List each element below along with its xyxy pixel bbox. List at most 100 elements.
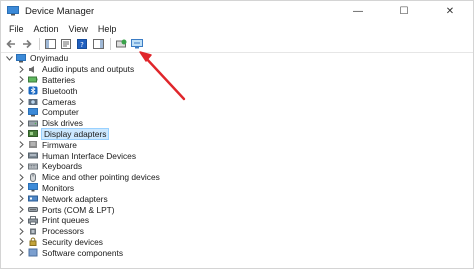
window-title: Device Manager <box>25 5 95 17</box>
tree-item-label: Bluetooth <box>42 85 78 96</box>
tree-item-audio-inputs-and-outputs[interactable]: Audio inputs and outputs <box>1 64 473 75</box>
menu-file[interactable]: File <box>5 24 28 34</box>
tree-item-label: Security devices <box>42 236 103 247</box>
tree-item-mice-and-other-pointing-devices[interactable]: Mice and other pointing devices <box>1 172 473 183</box>
tree-item-firmware[interactable]: Firmware <box>1 139 473 150</box>
tree-item-label: Processors <box>42 226 84 237</box>
tree-item-label: Software components <box>42 247 124 258</box>
chevron-right-icon[interactable] <box>17 183 25 193</box>
chevron-right-icon[interactable] <box>17 151 25 161</box>
title-bar: Device Manager — ☐ ✕ <box>1 1 473 21</box>
toolbar-divider <box>110 38 111 50</box>
tree-item-label: Network adapters <box>42 193 108 204</box>
security-device-icon <box>28 237 38 247</box>
tree-item-label: Batteries <box>42 74 76 85</box>
bluetooth-icon <box>28 86 38 95</box>
keyboard-icon <box>28 162 38 171</box>
computer-icon <box>28 107 38 117</box>
software-component-icon <box>28 248 38 257</box>
device-tree: Onyimadu Audio inputs and outputs Batteri… <box>1 53 473 268</box>
chevron-right-icon[interactable] <box>17 248 25 258</box>
tree-item-label: Cameras <box>42 96 76 107</box>
network-adapter-icon <box>28 194 38 203</box>
tree-item-label: Print queues <box>42 215 90 226</box>
tree-item-processors[interactable]: Processors <box>1 226 473 237</box>
chevron-right-icon[interactable] <box>17 140 25 150</box>
tree-item-ports-com-lpt[interactable]: Ports (COM & LPT) <box>1 204 473 215</box>
firmware-icon <box>28 140 38 149</box>
chevron-down-icon[interactable] <box>5 53 13 63</box>
monitor-icon <box>28 183 38 192</box>
chevron-right-icon[interactable] <box>17 226 25 236</box>
speaker-icon <box>28 65 38 74</box>
menu-view[interactable]: View <box>65 24 92 34</box>
tree-items: Audio inputs and outputs Batteries Bluetoo… <box>1 64 473 258</box>
chevron-right-icon[interactable] <box>17 129 25 139</box>
close-button[interactable]: ✕ <box>427 1 473 21</box>
chevron-right-icon[interactable] <box>17 161 25 171</box>
tree-item-label: Computer <box>42 107 79 118</box>
svg-text:?: ? <box>80 41 84 49</box>
toolbar: ? <box>1 36 473 53</box>
chevron-right-icon[interactable] <box>17 75 25 85</box>
hid-icon <box>28 151 38 160</box>
menu-bar: File Action View Help <box>1 21 473 36</box>
tree-item-network-adapters[interactable]: Network adapters <box>1 193 473 204</box>
tree-item-keyboards[interactable]: Keyboards <box>1 161 473 172</box>
camera-icon <box>28 97 38 106</box>
forward-arrow-icon[interactable] <box>20 37 34 51</box>
back-arrow-icon[interactable] <box>4 37 18 51</box>
tree-item-label: Human Interface Devices <box>42 150 137 161</box>
processor-icon <box>28 227 38 236</box>
minimize-button[interactable]: — <box>335 1 381 21</box>
computer-icon <box>16 53 26 63</box>
chevron-right-icon[interactable] <box>17 86 25 96</box>
tree-item-label: Audio inputs and outputs <box>42 64 135 75</box>
battery-icon <box>28 75 38 84</box>
tree-item-label: Disk drives <box>42 118 83 129</box>
chevron-right-icon[interactable] <box>17 237 25 247</box>
tree-item-cameras[interactable]: Cameras <box>1 96 473 107</box>
tree-item-display-adapters[interactable]: Display adapters <box>1 127 473 140</box>
menu-help[interactable]: Help <box>94 24 121 34</box>
maximize-button[interactable]: ☐ <box>381 1 427 21</box>
update-driver-icon[interactable] <box>114 37 128 51</box>
port-icon <box>28 205 38 214</box>
chevron-right-icon[interactable] <box>17 172 25 182</box>
tree-root[interactable]: Onyimadu <box>1 53 473 64</box>
tree-item-security-devices[interactable]: Security devices <box>1 237 473 248</box>
chevron-right-icon[interactable] <box>17 118 25 128</box>
tree-item-label: Keyboards <box>42 161 83 172</box>
tree-item-label: Firmware <box>42 139 77 150</box>
tree-item-batteries[interactable]: Batteries <box>1 75 473 86</box>
chevron-right-icon[interactable] <box>17 97 25 107</box>
tree-item-human-interface-devices[interactable]: Human Interface Devices <box>1 150 473 161</box>
tree-item-label: Mice and other pointing devices <box>42 172 160 183</box>
disk-drive-icon <box>28 119 38 128</box>
tree-item-print-queues[interactable]: Print queues <box>1 215 473 226</box>
tree-item-computer[interactable]: Computer <box>1 107 473 118</box>
tree-item-label: Display adapters <box>40 127 110 140</box>
printer-icon <box>28 215 38 225</box>
chevron-right-icon[interactable] <box>17 215 25 225</box>
menu-action[interactable]: Action <box>30 24 63 34</box>
tree-item-software-components[interactable]: Software components <box>1 247 473 258</box>
tree-item-monitors[interactable]: Monitors <box>1 183 473 194</box>
action-pane-icon[interactable] <box>91 37 105 51</box>
tree-item-bluetooth[interactable]: Bluetooth <box>1 85 473 96</box>
chevron-right-icon[interactable] <box>17 194 25 204</box>
tree-item-disk-drives[interactable]: Disk drives <box>1 118 473 129</box>
mouse-icon <box>28 172 38 182</box>
tree-item-label: Monitors <box>42 182 75 193</box>
chevron-right-icon[interactable] <box>17 205 25 215</box>
chevron-right-icon[interactable] <box>17 64 25 74</box>
toolbar-divider <box>39 38 40 50</box>
properties-icon[interactable] <box>59 37 73 51</box>
device-manager-window: Device Manager — ☐ ✕ File Action View He… <box>0 0 474 269</box>
scan-for-hardware-changes-icon[interactable] <box>130 37 144 51</box>
display-adapter-icon <box>28 129 38 138</box>
show-hide-console-tree-icon[interactable] <box>43 37 57 51</box>
tree-root-label: Onyimadu <box>30 53 69 64</box>
help-icon[interactable]: ? <box>75 37 89 51</box>
chevron-right-icon[interactable] <box>17 107 25 117</box>
